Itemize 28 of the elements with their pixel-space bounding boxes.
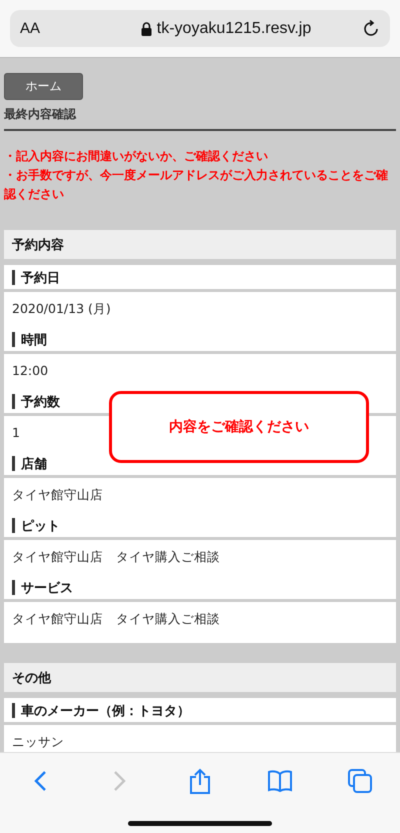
section-header: 予約内容 [4, 230, 396, 259]
address-bar[interactable]: AA tk-yoyaku1215.resv.jp [10, 10, 390, 47]
field-label: ピット [4, 511, 396, 537]
tabs-icon [348, 769, 372, 793]
reload-icon[interactable] [362, 20, 380, 38]
field-label: 時間 [4, 325, 396, 351]
popup-message: 内容をご確認ください [169, 418, 309, 436]
home-button[interactable]: ホーム [4, 73, 83, 100]
field-value: 2020/01/13 (月) [4, 292, 396, 325]
notice-text: ・記入内容にお間違いがないか、ご確認ください [4, 148, 269, 165]
page-title: 最終内容確認 [4, 106, 396, 131]
share-icon [189, 768, 211, 794]
notice-text: ・お手数ですが、今一度メールアドレスがご入力されていることをご確認ください [4, 167, 389, 203]
forward-icon [113, 770, 127, 792]
field-label: 車のメーカー（例：トヨタ） [4, 698, 396, 722]
text-size-button[interactable]: AA [20, 20, 90, 37]
field-value: タイヤ館守山店 タイヤ購入ご相談 [4, 540, 396, 573]
lock-icon [140, 22, 152, 36]
url-text: tk-yoyaku1215.resv.jp [156, 20, 312, 38]
field-value: ニッサン [4, 725, 396, 752]
field-value: 12:00 [4, 354, 396, 387]
field-label: 予約日 [4, 265, 396, 289]
book-icon [268, 770, 292, 792]
field-value: タイヤ館守山店 タイヤ購入ご相談 [4, 602, 396, 643]
back-icon [33, 770, 47, 792]
section-header: その他 [4, 663, 396, 692]
field-label: サービス [4, 573, 396, 599]
field-value: タイヤ館守山店 [4, 478, 396, 511]
